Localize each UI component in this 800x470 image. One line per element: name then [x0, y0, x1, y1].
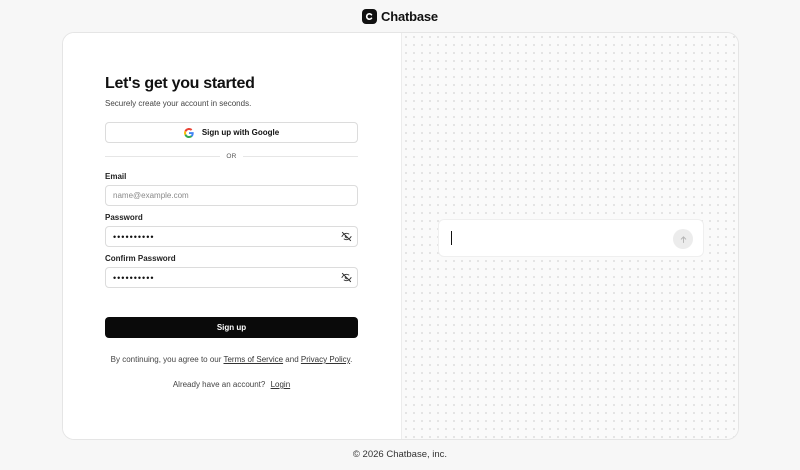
signup-button[interactable]: Sign up [105, 317, 358, 338]
footer-copyright: © 2026 Chatbase, inc. [352, 449, 448, 460]
email-label: Email [105, 172, 127, 181]
login-prompt: Already have an account? [172, 380, 266, 389]
eye-off-icon[interactable] [341, 231, 352, 242]
confirm-password-label: Confirm Password [105, 254, 176, 263]
divider-text: OR [226, 152, 237, 160]
password-field[interactable] [105, 226, 358, 247]
page-title: Let's get you started [105, 75, 255, 92]
confirm-password-field-wrap [105, 267, 358, 288]
email-field[interactable] [105, 185, 358, 206]
chatbase-logo-icon[interactable] [362, 8, 378, 24]
divider-line-left [105, 155, 221, 157]
terms-prefix: By continuing, you agree to our [110, 355, 222, 364]
terms-suffix: . [350, 355, 353, 364]
login-link[interactable]: Login [271, 380, 291, 389]
chat-preview-pane [401, 33, 738, 439]
google-signup-label: Sign up with Google [201, 128, 280, 137]
terms-of-service-link[interactable]: Terms of Service [223, 355, 283, 364]
privacy-policy-link[interactable]: Privacy Policy [301, 355, 350, 364]
confirm-password-field[interactable] [105, 267, 358, 288]
arrow-up-icon [680, 235, 686, 243]
eye-off-icon[interactable] [341, 272, 352, 283]
google-icon [183, 127, 194, 138]
signup-pane: Let's get you started Securely create yo… [63, 33, 401, 439]
terms-and: and [285, 355, 299, 364]
or-divider: OR [105, 151, 359, 161]
terms-text: By continuing, you agree to our Terms of… [105, 355, 358, 364]
email-field-wrap [105, 185, 358, 206]
google-signup-button[interactable]: Sign up with Google [105, 122, 358, 143]
brand-name[interactable]: Chatbase [381, 9, 438, 24]
login-prompt-row: Already have an account? Login [105, 380, 358, 389]
password-field-wrap [105, 226, 358, 247]
divider-line-right [242, 155, 359, 157]
password-label: Password [105, 213, 143, 222]
chat-input[interactable] [438, 219, 704, 257]
chatbase-logo-glyph [365, 12, 373, 20]
page-subtitle: Securely create your account in seconds. [105, 99, 252, 108]
signup-form: Let's get you started Securely create yo… [105, 75, 359, 389]
text-caret [451, 231, 452, 245]
send-button[interactable] [673, 229, 693, 249]
top-header: Chatbase [0, 0, 800, 32]
signup-card: Let's get you started Securely create yo… [62, 32, 739, 440]
